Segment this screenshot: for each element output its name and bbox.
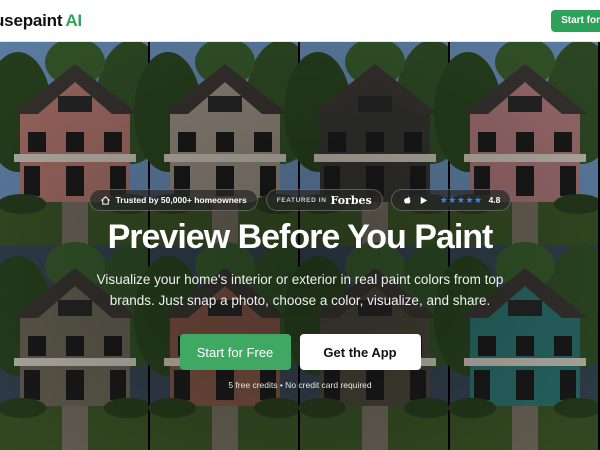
house-icon	[100, 195, 110, 205]
hero-section: Trusted by 50,000+ homeowners FEATURED I…	[0, 42, 600, 450]
rating-stars: ★★★★★	[439, 194, 483, 205]
hero-cta-row: Start for Free Get the App	[0, 334, 600, 370]
featured-badge: FEATURED IN Forbes	[265, 189, 383, 211]
featured-label: FEATURED IN	[276, 196, 327, 204]
logo-text: usepaint	[0, 10, 63, 30]
brand-logo[interactable]: usepaint AI	[0, 11, 82, 31]
header-start-button[interactable]: Start for	[551, 9, 600, 32]
rating-badge: ★★★★★ 4.8	[390, 189, 512, 211]
apple-icon	[403, 195, 411, 204]
play-store-icon	[420, 196, 427, 204]
start-for-free-button[interactable]: Start for Free	[179, 334, 291, 370]
trust-badges: Trusted by 50,000+ homeowners FEATURED I…	[0, 189, 600, 211]
logo-accent: AI	[65, 10, 82, 30]
hero-headline: Preview Before You Paint	[107, 218, 494, 256]
hero-subtext: Visualize your home's interior or exteri…	[96, 272, 504, 308]
get-the-app-button[interactable]: Get the App	[299, 334, 421, 370]
forbes-logo: Forbes	[330, 193, 372, 207]
rating-value: 4.8	[488, 195, 501, 205]
trusted-text: Trusted by 50,000+ homeowners	[115, 195, 247, 205]
credits-note: 5 free credits • No credit card required	[228, 380, 372, 390]
site-header: usepaint AI Start for	[0, 0, 600, 42]
trusted-badge: Trusted by 50,000+ homeowners	[88, 189, 258, 211]
